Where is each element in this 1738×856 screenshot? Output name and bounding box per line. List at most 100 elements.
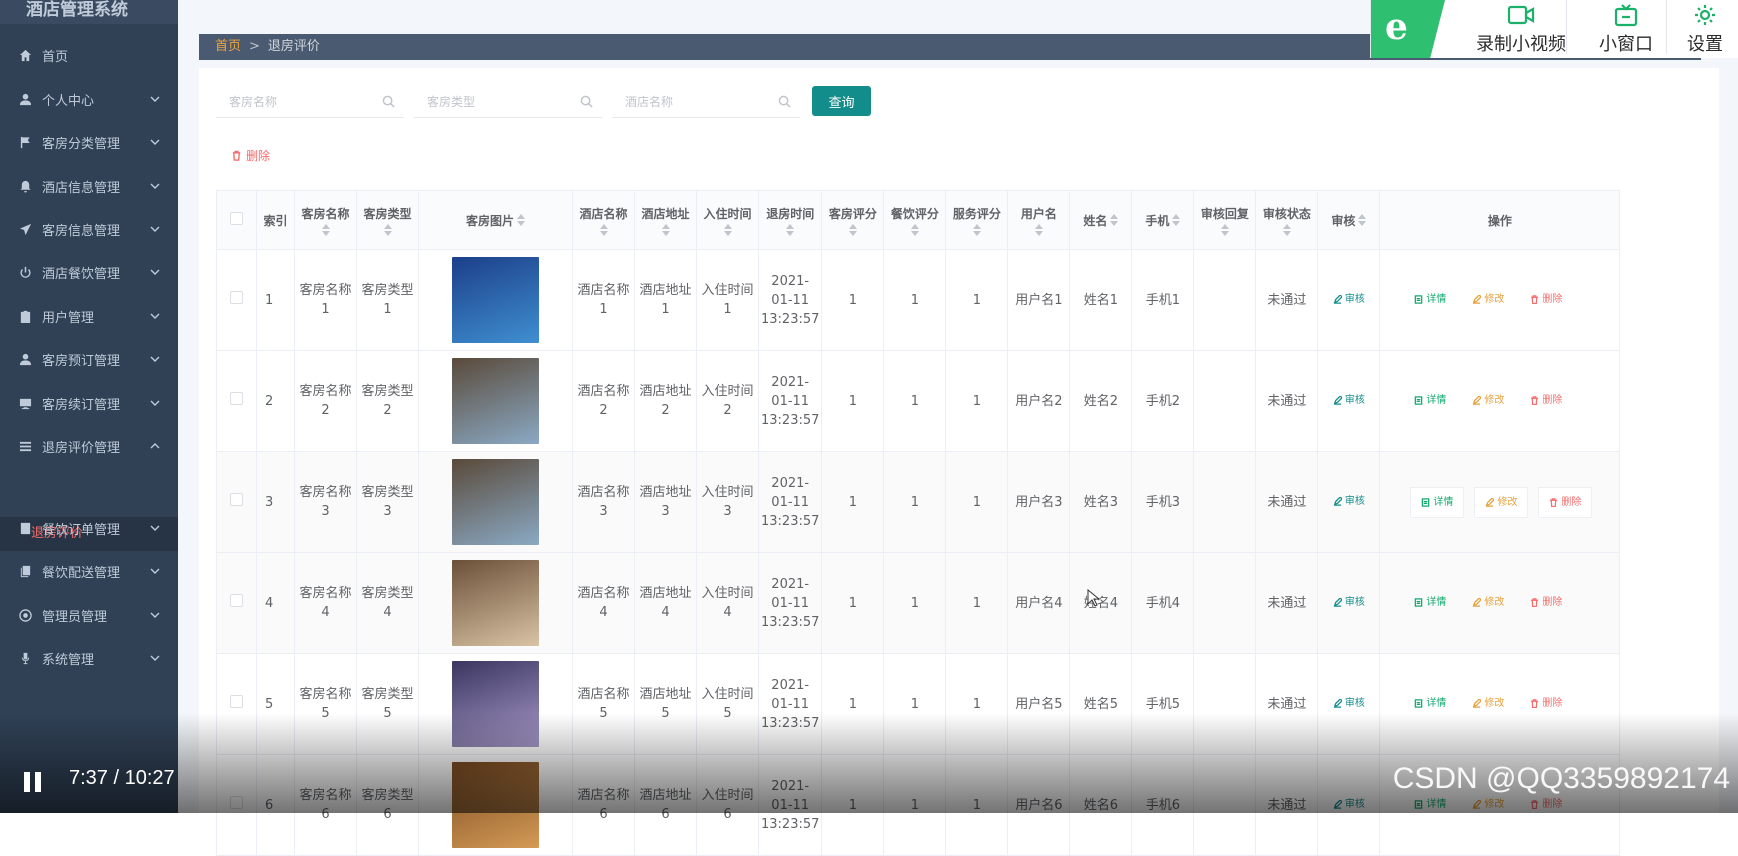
detail-button[interactable]: 详情 [1410, 290, 1450, 309]
row-checkbox[interactable] [230, 492, 243, 506]
sort-icon[interactable] [910, 223, 919, 236]
sidebar-item-1[interactable]: 首页 [0, 35, 178, 75]
header-username[interactable]: 用户名 [1007, 190, 1071, 250]
sidebar-item-5[interactable]: 客房信息管理 [0, 209, 178, 249]
breadcrumb-home[interactable]: 首页 [215, 39, 241, 54]
cell-room-name-text: 客房名称1 [299, 283, 352, 317]
sidebar-item-7[interactable]: 用户管理 [0, 296, 178, 336]
sort-icon[interactable] [786, 223, 795, 236]
sidebar-item-label: 客房续订管理 [42, 397, 121, 413]
header-hotel-name[interactable]: 酒店名称 [572, 190, 635, 250]
sidebar-item-13[interactable]: 管理员管理 [0, 595, 178, 635]
edit-button[interactable]: 修改 [1468, 593, 1508, 612]
row-checkbox[interactable] [230, 391, 243, 405]
mini-window-label: 小窗口 [1599, 34, 1653, 55]
table-row[interactable]: 4 客房名称4 客房类型4 酒店名称4 酒店地址4 入住时间4 2021-01-11 13:… [216, 552, 1621, 654]
room-image[interactable] [452, 257, 539, 343]
sidebar-item-14[interactable]: 系统管理 [0, 638, 178, 678]
sort-icon[interactable] [517, 214, 525, 226]
delete-row-button[interactable]: 删除 [1526, 290, 1566, 309]
header-checkin-time[interactable]: 入住时间 [696, 190, 759, 250]
header-phone[interactable]: 手机 [1131, 190, 1195, 250]
review-button[interactable]: 审核 [1329, 694, 1369, 713]
sidebar-item-2[interactable]: 个人中心 [0, 79, 178, 119]
delete-row-button[interactable]: 删除 [1526, 593, 1566, 612]
detail-button[interactable]: 详情 [1410, 486, 1465, 518]
sort-icon[interactable] [599, 223, 608, 236]
header-service-rating[interactable]: 服务评分 [945, 190, 1009, 250]
sort-icon[interactable] [661, 223, 670, 236]
sort-icon[interactable] [321, 223, 330, 236]
delete-row-button[interactable]: 删除 [1538, 486, 1593, 518]
room-image[interactable] [452, 358, 539, 444]
room-image[interactable] [452, 459, 539, 545]
room-image[interactable] [452, 560, 539, 646]
edit-button[interactable]: 修改 [1474, 486, 1529, 518]
hotel-name-input[interactable] [612, 86, 800, 117]
table-row[interactable]: 2 客房名称2 客房类型2 酒店名称2 酒店地址2 入住时间2 2021-01-11 13:… [216, 350, 1621, 452]
sort-icon[interactable] [1034, 223, 1043, 236]
settings-button[interactable]: 设置 [1673, 0, 1737, 58]
edit-button[interactable]: 修改 [1468, 694, 1508, 713]
sort-icon[interactable] [972, 223, 981, 236]
sidebar-item-12[interactable]: 餐饮配送管理 [0, 551, 178, 591]
pause-icon[interactable] [24, 772, 42, 792]
room-type-input[interactable] [414, 86, 602, 117]
header-checkout-time[interactable]: 退房时间 [757, 190, 823, 250]
review-button[interactable]: 审核 [1329, 391, 1369, 410]
sidebar-item-4[interactable]: 酒店信息管理 [0, 166, 178, 206]
header-room-type[interactable]: 客房类型 [356, 190, 419, 250]
sidebar-item-label: 客房信息管理 [42, 223, 121, 239]
sidebar-item-8[interactable]: 客房预订管理 [0, 339, 178, 379]
sidebar-item-10[interactable]: 退房评价管理 [0, 426, 178, 466]
review-button[interactable]: 审核 [1329, 593, 1369, 612]
sort-icon[interactable] [383, 223, 392, 236]
delete-row-button[interactable]: 删除 [1526, 694, 1566, 713]
edit-button[interactable]: 修改 [1468, 391, 1508, 410]
sort-icon[interactable] [1110, 214, 1119, 226]
select-all-checkbox[interactable] [230, 212, 243, 225]
sort-icon[interactable] [1358, 214, 1367, 226]
cell-phone: 手机2 [1131, 350, 1195, 452]
review-button[interactable]: 审核 [1329, 290, 1369, 309]
row-checkbox[interactable] [230, 694, 243, 708]
header-review-reply[interactable]: 审核回复 [1193, 190, 1257, 250]
sort-icon[interactable] [1282, 223, 1291, 236]
header-dining-rating[interactable]: 餐饮评分 [883, 190, 947, 250]
header-room-name[interactable]: 客房名称 [294, 190, 357, 250]
sort-icon[interactable] [848, 223, 857, 236]
sidebar-item-11[interactable]: 餐饮订单管理 [0, 508, 178, 548]
detail-button[interactable]: 详情 [1410, 593, 1450, 612]
query-button[interactable]: 查询 [812, 86, 871, 116]
row-checkbox[interactable] [230, 290, 243, 304]
header-review-status[interactable]: 审核状态 [1255, 190, 1319, 250]
table-row[interactable]: 3 客房名称3 客房类型3 酒店名称3 酒店地址3 入住时间3 2021-01-11 13:… [216, 451, 1621, 553]
detail-button[interactable]: 详情 [1410, 391, 1450, 410]
header-review[interactable]: 审核 [1317, 190, 1381, 250]
sort-icon[interactable] [1172, 214, 1181, 226]
header-room-image[interactable]: 客房图片 [418, 190, 573, 250]
record-video-button[interactable]: 录制小视频 [1449, 0, 1593, 58]
room-name-input[interactable] [216, 86, 404, 117]
row-checkbox[interactable] [230, 593, 243, 607]
review-button-label: 审核 [1344, 496, 1365, 507]
header-name[interactable]: 姓名 [1069, 190, 1133, 250]
delete-row-button[interactable]: 删除 [1526, 391, 1566, 410]
sidebar-item-6[interactable]: 酒店餐饮管理 [0, 252, 178, 292]
detail-button[interactable]: 详情 [1410, 694, 1450, 713]
sidebar-item-9[interactable]: 客房续订管理 [0, 383, 178, 423]
delete-button[interactable]: 删除 [231, 146, 270, 164]
recorder-logo: e [1371, 0, 1445, 58]
sidebar-item-3[interactable]: 客房分类管理 [0, 122, 178, 162]
edit-button[interactable]: 修改 [1468, 290, 1508, 309]
header-hotel-address[interactable]: 酒店地址 [634, 190, 697, 250]
sort-icon[interactable] [1220, 223, 1229, 236]
cell-phone-text: 手机5 [1145, 696, 1181, 712]
review-button[interactable]: 审核 [1329, 492, 1369, 511]
cell-checkin-time: 入住时间4 [696, 552, 759, 654]
sort-icon[interactable] [723, 223, 732, 236]
header-room-rating[interactable]: 客房评分 [821, 190, 885, 250]
table-row[interactable]: 1 客房名称1 客房类型1 酒店名称1 酒店地址1 入住时间1 2021-01-11 13:… [216, 249, 1621, 351]
mini-window-button[interactable]: 小窗口 [1576, 0, 1676, 58]
cell-hotel-name: 酒店名称2 [572, 350, 635, 452]
